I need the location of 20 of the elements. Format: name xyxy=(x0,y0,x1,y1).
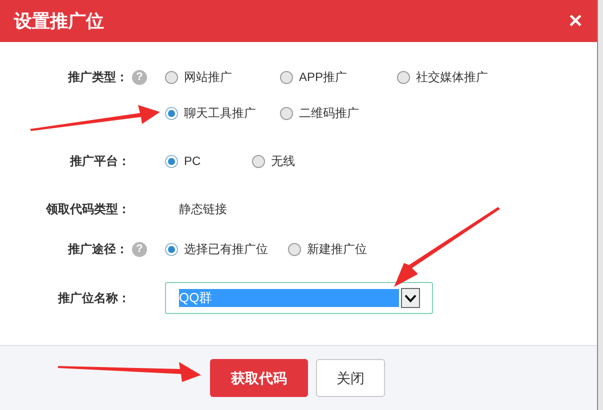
radio-option[interactable]: 社交媒体推广 xyxy=(397,68,517,86)
radio-option[interactable]: 二维码推广 xyxy=(280,104,397,122)
radio-option[interactable]: 新建推广位 xyxy=(288,240,367,258)
field-value: 静态链接 xyxy=(179,201,227,218)
radio-option[interactable]: 选择已有推广位 xyxy=(165,240,268,258)
field-label: 推广途径： xyxy=(68,241,128,258)
close-button[interactable]: ✕ xyxy=(568,12,583,30)
field-label: 领取代码类型： xyxy=(46,201,130,218)
radio-option[interactable]: APP推广 xyxy=(280,68,397,86)
dropdown-icon[interactable] xyxy=(401,288,420,308)
radio-option[interactable]: 无线 xyxy=(252,152,319,170)
radio-option[interactable]: 网站推广 xyxy=(165,68,280,86)
dialog-title: 设置推广位 xyxy=(14,10,104,32)
field-label: 推广类型： xyxy=(68,69,128,86)
field-label: 推广平台： xyxy=(70,153,130,170)
close-dialog-button[interactable]: 关闭 xyxy=(316,359,385,397)
radio-option[interactable]: PC xyxy=(165,152,232,170)
radio-option[interactable]: 聊天工具推广 xyxy=(165,104,280,122)
field-label: 推广位名称： xyxy=(58,290,130,307)
get-code-button[interactable]: 获取代码 xyxy=(210,359,308,397)
